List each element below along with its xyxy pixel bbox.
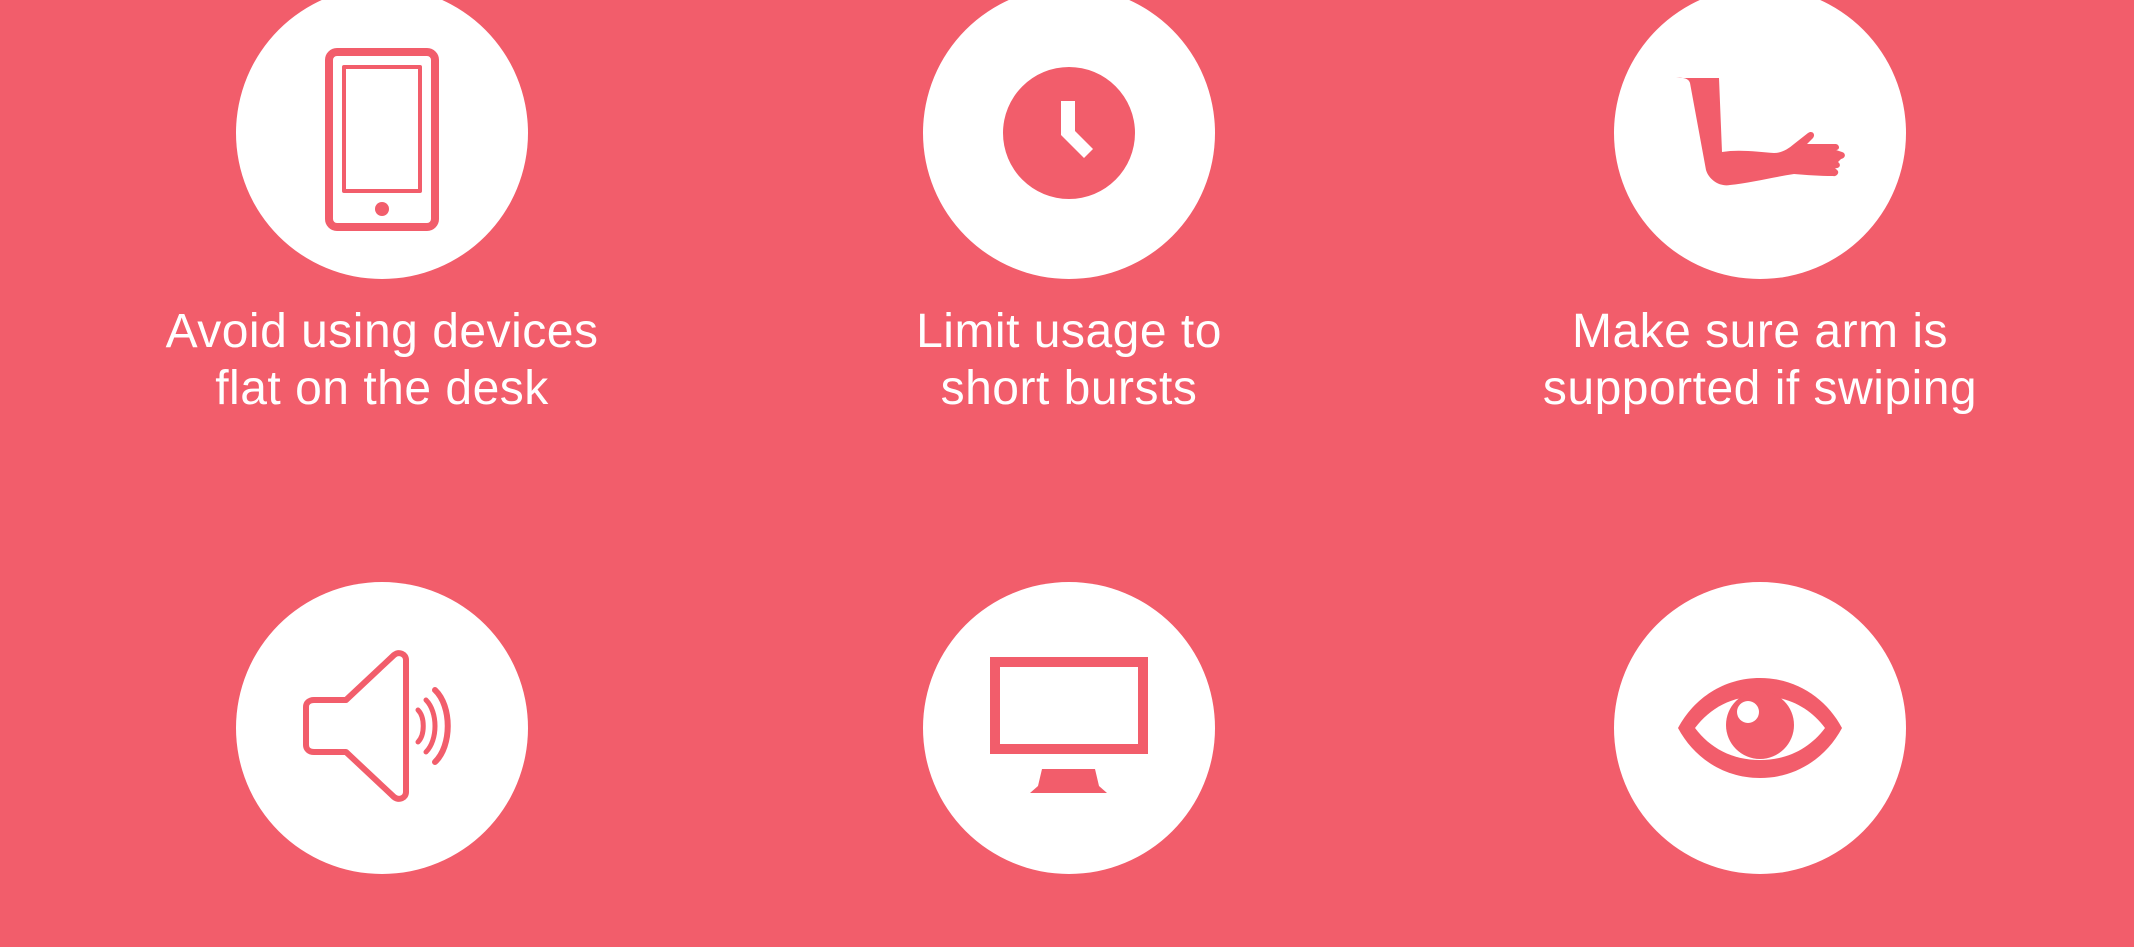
monitor-icon-circle [923,582,1215,874]
monitor-icon [990,657,1148,793]
tip-label: Avoid using devices flat on the desk [32,303,732,417]
tips-canvas: Avoid using devices flat on the desk Lim… [0,0,2134,947]
tip-label: Limit usage to short bursts [719,303,1419,417]
tip-line-1: Make sure arm is [1571,305,1949,358]
phone-icon-circle [236,0,528,279]
arm-icon [1676,77,1845,186]
clock-icon [1003,67,1135,199]
phone-icon [325,48,439,231]
eye-icon-circle [1614,582,1906,874]
tip-line-1: Avoid using devices [165,305,599,358]
eye-icon [1678,678,1842,778]
tip-label: Make sure arm is supported if swiping [1410,303,2110,417]
clock-icon-circle [923,0,1215,279]
speaker-icon-circle [236,582,528,874]
tip-line-2: flat on the desk [215,362,549,415]
tip-line-1: Limit usage to [916,305,1222,358]
arm-icon-circle [1614,0,1906,279]
tip-line-2: short bursts [940,362,1198,415]
speaker-icon [303,650,451,802]
tip-line-2: supported if swiping [1542,362,1978,415]
